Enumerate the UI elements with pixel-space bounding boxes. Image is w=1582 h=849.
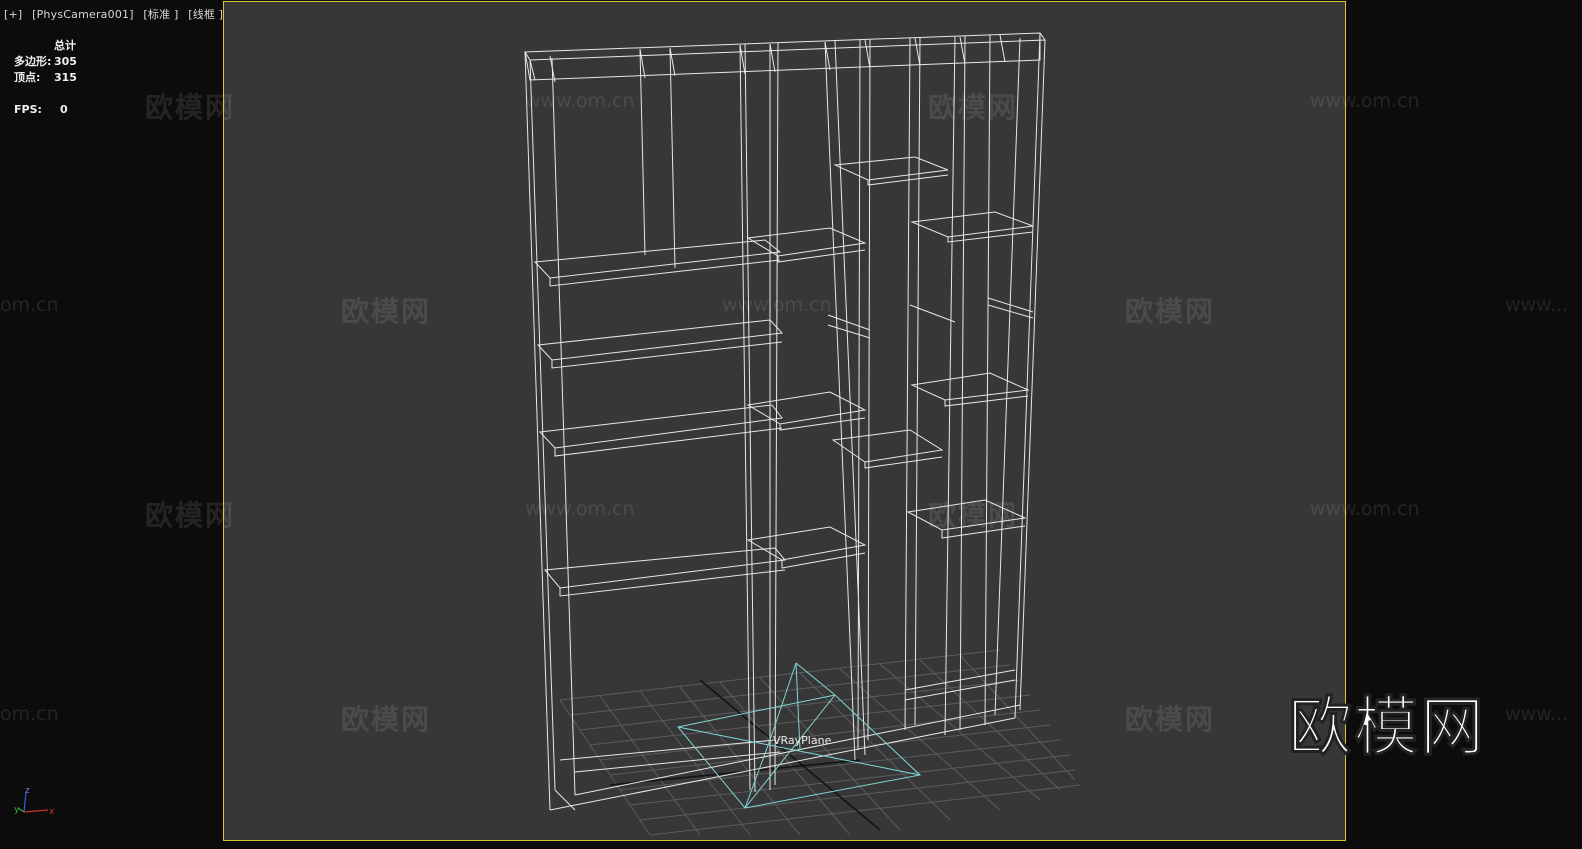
axis-x-label: x: [49, 807, 55, 817]
viewport-label-menu: [+] [PhysCamera001] [标准 ] [线框 ]: [4, 6, 229, 22]
axis-z-label: z: [25, 786, 30, 796]
stats-header: 总计: [54, 39, 76, 52]
polygons-label: 多边形:: [14, 55, 52, 68]
stats-polygons: 多边形: 305: [14, 54, 77, 70]
axis-tripod-icon: x z y: [14, 786, 55, 817]
perspective-viewport[interactable]: [223, 1, 1346, 841]
watermark-logo: 欧模网: [145, 499, 236, 532]
brand-logo: 欧模网: [1288, 691, 1486, 766]
axis-y-label: y: [14, 805, 20, 815]
stats-vertices: 顶点: 315: [14, 70, 77, 86]
watermark-url: om.cn: [0, 294, 59, 316]
watermark-logo: 欧模网: [145, 91, 236, 124]
viewport-display-mode-menu[interactable]: [线框 ]: [188, 8, 223, 21]
watermark-url: www...: [1505, 294, 1568, 316]
stats-fps: FPS: 0: [14, 102, 77, 118]
vertices-value: 315: [54, 71, 77, 84]
fps-value: 0: [60, 103, 68, 116]
fps-label: FPS:: [14, 103, 42, 116]
viewport-shading-menu[interactable]: [标准 ]: [143, 8, 178, 21]
polygons-value: 305: [54, 55, 77, 68]
watermark-url: om.cn: [0, 703, 59, 725]
watermark-url: www...: [1505, 703, 1568, 725]
vertices-label: 顶点:: [14, 71, 41, 84]
viewport-statistics: 总计 多边形: 305 顶点: 315 FPS: 0: [14, 38, 77, 118]
viewport-camera-menu[interactable]: [PhysCamera001]: [32, 8, 134, 21]
viewport-menu-plus[interactable]: [+]: [4, 8, 22, 21]
